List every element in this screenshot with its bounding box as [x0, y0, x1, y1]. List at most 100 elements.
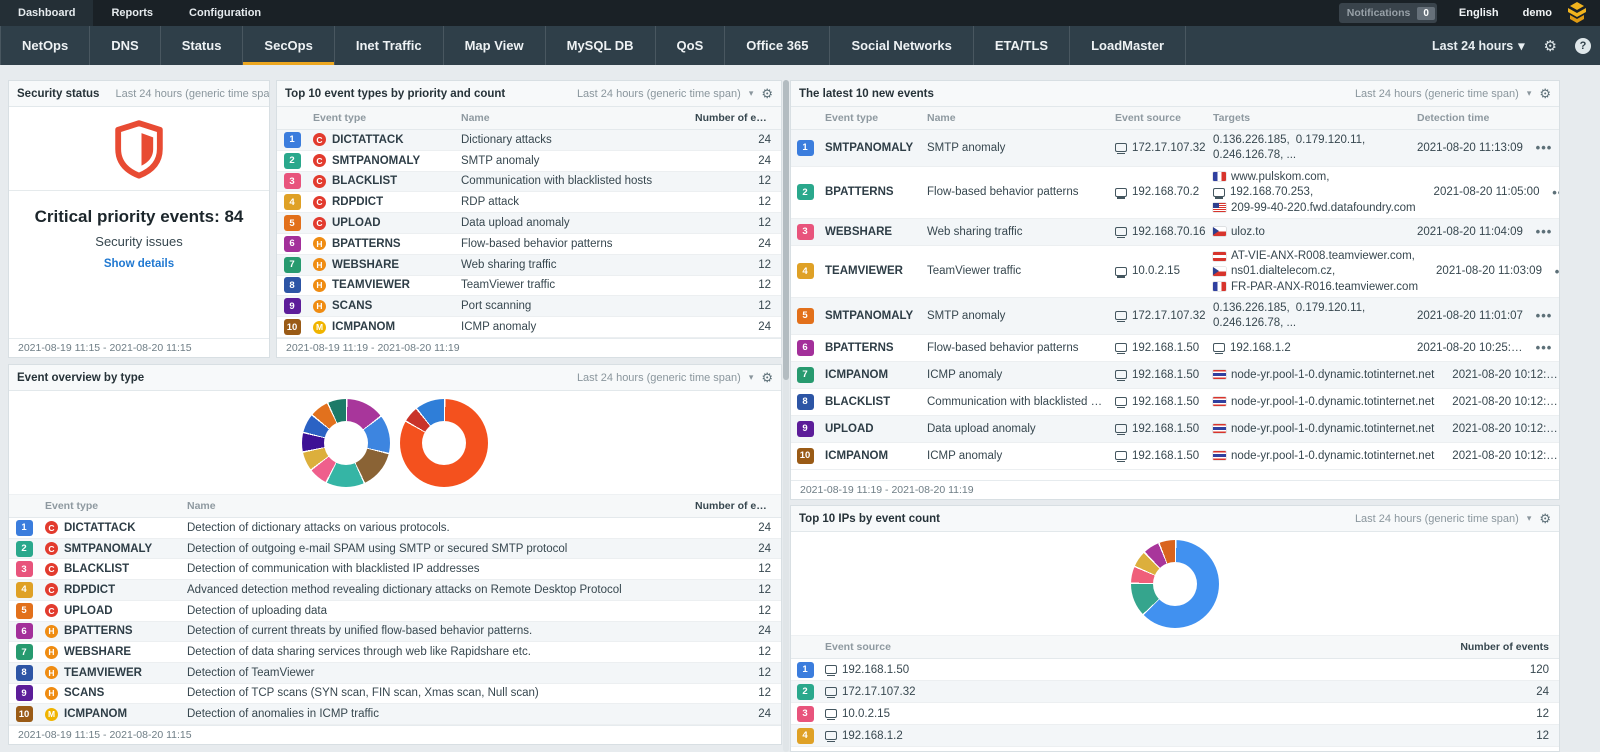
panel-gear-icon[interactable]: ⚙ — [761, 86, 773, 102]
tab-secops[interactable]: SecOps — [243, 26, 334, 65]
top-menu-bar: Dashboard Reports Configuration Notifica… — [0, 0, 1600, 26]
table-row[interactable]: 6 HBPATTERNS Flow-based behavior pattern… — [277, 234, 781, 255]
tab-netops[interactable]: NetOps — [0, 26, 90, 65]
panel-time-span-dropdown[interactable]: Last 24 hours (generic time span) — [577, 88, 741, 100]
table-row[interactable]: 3 CBLACKLIST Communication with blacklis… — [277, 172, 781, 193]
monitor-icon — [825, 687, 837, 696]
table-row[interactable]: 5 CUPLOAD Data upload anomaly 12 — [277, 213, 781, 234]
row-actions-menu[interactable]: ••• — [1529, 308, 1559, 323]
panel-time-span-dropdown[interactable]: Last 24 hours (generic time span) — [1355, 88, 1519, 100]
events-secondary-donut-chart[interactable] — [400, 399, 488, 487]
row-actions-menu[interactable]: ••• — [1529, 140, 1559, 155]
row-actions-menu[interactable]: ••• — [1546, 185, 1559, 200]
table-row[interactable]: 4 CRDPDICT RDP attack 12 — [277, 192, 781, 213]
table-row[interactable]: 9 HSCANS Port scanning 12 — [277, 296, 781, 317]
panel-gear-icon[interactable]: ⚙ — [1539, 511, 1551, 527]
table-row[interactable]: 2 BPATTERNS Flow-based behavior patterns… — [791, 167, 1559, 219]
table-row[interactable]: 1 SMTPANOMALY SMTP anomaly 172.17.107.32… — [791, 130, 1559, 167]
targets-cell: node-yr.pool-1-0.dynamic.totinternet.net — [1207, 392, 1446, 412]
row-actions-menu[interactable]: ••• — [1529, 224, 1559, 239]
tab-eta-tls[interactable]: ETA/TLS — [974, 26, 1070, 65]
settings-gear-icon[interactable]: ⚙ — [1535, 26, 1566, 65]
menu-item-configuration[interactable]: Configuration — [171, 0, 279, 26]
tab-dns[interactable]: DNS — [90, 26, 160, 65]
table-row[interactable]: 6 HBPATTERNS Detection of current threat… — [9, 622, 781, 643]
table-row[interactable]: 9 UPLOAD Data upload anomaly 192.168.1.5… — [791, 416, 1559, 443]
detection-time: 2021-08-20 11:01:07 — [1411, 307, 1529, 325]
global-time-range-label: Last 24 hours — [1432, 39, 1513, 53]
row-actions-menu[interactable]: ••• — [1548, 264, 1559, 279]
table-row[interactable]: 7 HWEBSHARE Detection of data sharing se… — [9, 642, 781, 663]
language-selector[interactable]: English — [1447, 0, 1511, 26]
table-row[interactable]: 7 ICMPANOM ICMP anomaly 192.168.1.50 nod… — [791, 362, 1559, 389]
table-row[interactable]: 5 SMTPANOMALY SMTP anomaly 172.17.107.32… — [791, 298, 1559, 335]
table-row[interactable]: 2 CSMTPANOMALY SMTP anomaly 24 — [277, 151, 781, 172]
table-row[interactable]: 3 WEBSHARE Web sharing traffic 192.168.7… — [791, 219, 1559, 246]
top-ips-panel: Top 10 IPs by event count Last 24 hours … — [790, 505, 1560, 752]
event-count: 120 — [1439, 661, 1559, 679]
table-row[interactable]: 5 CUPLOAD Detection of uploading data 12 — [9, 601, 781, 622]
event-type-label: DICTATTACK — [64, 522, 136, 534]
rank-badge: 7 — [797, 367, 814, 383]
panel-gear-icon[interactable]: ⚙ — [1539, 86, 1551, 102]
table-row[interactable]: 1 192.168.1.50 120 — [791, 659, 1559, 681]
table-row[interactable]: 1 CDICTATTACK Detection of dictionary at… — [9, 518, 781, 539]
table-row[interactable]: 3 CBLACKLIST Detection of communication … — [9, 559, 781, 580]
panel-time-span-dropdown[interactable]: Last 24 hours (generic time span) — [577, 372, 741, 384]
tab-office-365[interactable]: Office 365 — [725, 26, 830, 65]
targets-cell: www.pulskom.com, 192.168.70.253, 209-99-… — [1207, 167, 1428, 218]
tab-loadmaster[interactable]: LoadMaster — [1070, 26, 1186, 65]
panel-time-span-dropdown[interactable]: Last 24 hours (generic time span) — [115, 88, 270, 100]
event-count: 12 — [689, 560, 781, 578]
table-row[interactable]: 10 ICMPANOM ICMP anomaly 192.168.1.50 no… — [791, 443, 1559, 470]
rank-badge: 4 — [16, 582, 33, 598]
notifications-count-badge: 0 — [1417, 7, 1435, 20]
top-ips-donut-chart[interactable] — [1131, 540, 1219, 628]
table-row[interactable]: 2 CSMTPANOMALY Detection of outgoing e-m… — [9, 539, 781, 560]
tab-social-networks[interactable]: Social Networks — [830, 26, 973, 65]
table-row[interactable]: 10 MICMPANOM Detection of anomalies in I… — [9, 704, 781, 725]
table-row[interactable]: 3 10.0.2.15 12 — [791, 703, 1559, 725]
severity-medium-icon: M — [45, 708, 58, 721]
table-row[interactable]: 8 BLACKLIST Communication with blacklist… — [791, 389, 1559, 416]
table-row[interactable]: 7 HWEBSHARE Web sharing traffic 12 — [277, 255, 781, 276]
menu-item-reports[interactable]: Reports — [93, 0, 171, 26]
tab-inet-traffic[interactable]: Inet Traffic — [335, 26, 444, 65]
global-time-range-dropdown[interactable]: Last 24 hours ▾ — [1422, 26, 1535, 65]
event-name: Port scanning — [455, 297, 689, 315]
monitor-icon — [825, 709, 837, 718]
table-row[interactable]: 6 BPATTERNS Flow-based behavior patterns… — [791, 335, 1559, 362]
events-by-type-donut-chart[interactable] — [302, 399, 390, 487]
table-row[interactable]: 10 MICMPANOM ICMP anomaly 24 — [277, 317, 781, 338]
table-row[interactable]: 1 CDICTATTACK Dictionary attacks 24 — [277, 130, 781, 151]
user-menu[interactable]: demo — [1511, 0, 1564, 26]
event-type-label: SMTPANOMALY — [825, 142, 913, 154]
scrollbar-thumb[interactable] — [783, 80, 789, 380]
event-description: Detection of dictionary attacks on vario… — [181, 519, 689, 537]
event-name: TeamViewer traffic — [455, 276, 689, 294]
tab-status[interactable]: Status — [161, 26, 244, 65]
panel-title: Security status — [17, 88, 99, 100]
show-details-link[interactable]: Show details — [104, 258, 174, 270]
row-actions-menu[interactable]: ••• — [1529, 340, 1559, 355]
event-source: 192.168.1.50 — [1132, 450, 1199, 462]
tab-qos[interactable]: QoS — [656, 26, 726, 65]
help-icon[interactable]: ? — [1566, 26, 1600, 65]
event-source: 172.17.107.32 — [1132, 142, 1206, 154]
table-row[interactable]: 4 192.168.1.2 12 — [791, 725, 1559, 747]
table-row[interactable]: 4 CRDPDICT Advanced detection method rev… — [9, 580, 781, 601]
tab-map-view[interactable]: Map View — [444, 26, 546, 65]
table-row[interactable]: 2 172.17.107.32 24 — [791, 681, 1559, 703]
table-row[interactable]: 8 HTEAMVIEWER Detection of TeamViewer 12 — [9, 663, 781, 684]
panel-gear-icon[interactable]: ⚙ — [761, 370, 773, 386]
notifications-button[interactable]: Notifications 0 — [1339, 3, 1437, 23]
donut-hole — [324, 421, 368, 465]
table-row[interactable]: 4 TEAMVIEWER TeamViewer traffic 10.0.2.1… — [791, 246, 1559, 298]
panel-time-span-dropdown[interactable]: Last 24 hours (generic time span) — [1355, 513, 1519, 525]
event-name: Data upload anomaly — [921, 420, 1109, 438]
tab-mysql-db[interactable]: MySQL DB — [546, 26, 656, 65]
table-row[interactable]: 9 HSCANS Detection of TCP scans (SYN sca… — [9, 684, 781, 705]
menu-item-dashboard[interactable]: Dashboard — [0, 0, 93, 26]
table-row[interactable]: 8 HTEAMVIEWER TeamViewer traffic 12 — [277, 276, 781, 297]
flag-france-icon — [1213, 172, 1226, 181]
